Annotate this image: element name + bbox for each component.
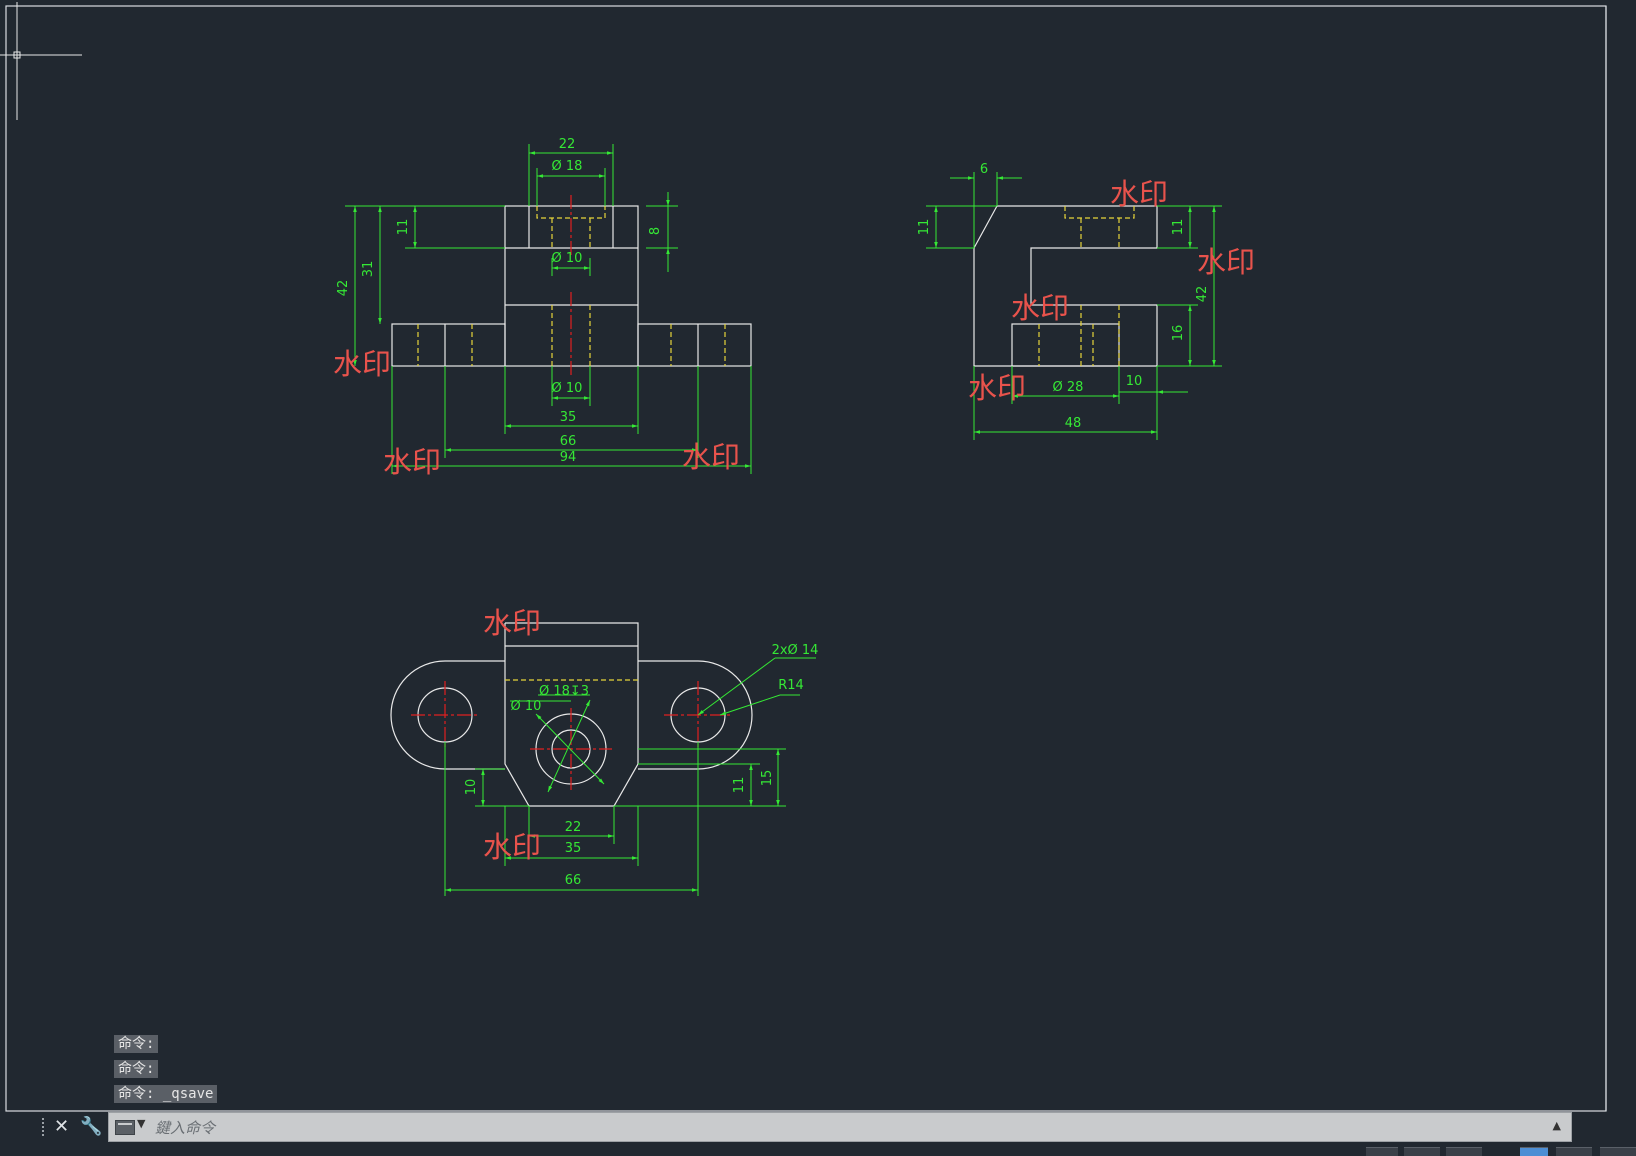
command-field[interactable]: ▼ ▲ [108, 1112, 1572, 1142]
dim-text: 35 [565, 841, 582, 856]
watermark-text: 水印 [483, 606, 541, 640]
dim-text: 15 [760, 770, 775, 787]
command-history-line: 命令: [114, 1060, 159, 1078]
drag-handle-icon[interactable] [42, 1116, 48, 1138]
top-view[interactable]: 2xØ 14 R14 Ø 18↧3 Ø 10 10 11 15 22 35 66 [390, 622, 819, 896]
watermark-text: 水印 [1197, 245, 1255, 279]
side-view-outline [973, 205, 1158, 367]
dim-text: 66 [560, 434, 577, 449]
dim-text: 11 [396, 219, 411, 236]
watermark-text: 水印 [383, 445, 441, 479]
wrench-icon[interactable]: 🔧 [80, 1116, 102, 1138]
watermark-text: 水印 [1110, 177, 1168, 211]
dim-text: Ø 18 [552, 159, 583, 174]
dim-text: 42 [336, 280, 351, 297]
dim-text: 22 [565, 820, 582, 835]
dim-text: 22 [559, 137, 576, 152]
status-bar [1360, 1146, 1636, 1156]
dim-text: 11 [1171, 219, 1186, 236]
command-history: 命令: 命令: 命令: _qsave [114, 1035, 218, 1110]
dim-text: 11 [732, 777, 747, 794]
dim-text: 8 [648, 227, 663, 235]
dim-text: Ø 10 [552, 251, 583, 266]
command-history-line: 命令: [114, 1035, 159, 1053]
dim-text: 2xØ 14 [772, 643, 819, 658]
side-view[interactable]: 6 11 11 42 16 Ø 28 10 48 [917, 162, 1222, 440]
watermark-text: 水印 [968, 371, 1026, 405]
terminal-icon[interactable] [115, 1120, 135, 1135]
watermark-text: 水印 [682, 440, 740, 474]
dim-text: 10 [1126, 374, 1143, 389]
watermark-text: 水印 [1011, 291, 1069, 325]
dim-text: 10 [464, 779, 479, 796]
dim-text: 31 [361, 261, 376, 278]
dim-text: 94 [560, 450, 577, 465]
front-view-dimension-texts: 22 Ø 18 8 11 31 42 Ø 10 Ø 10 35 66 94 [336, 137, 663, 465]
drawing-canvas[interactable]: 22 Ø 18 8 11 31 42 Ø 10 Ø 10 35 66 94 6 … [0, 0, 1636, 1155]
dim-text: 11 [917, 219, 932, 236]
command-history-line: 命令: _qsave [114, 1085, 218, 1103]
dim-text: 16 [1171, 325, 1186, 342]
watermarks: 水印 水印 水印 水印 水印 水印 水印 水印 水印 [333, 177, 1255, 864]
sheet-frame [5, 5, 1607, 1112]
crosshair-cursor [0, 2, 82, 120]
front-view-dimensions [345, 144, 752, 474]
dim-text: Ø 10 [511, 699, 542, 714]
close-icon[interactable]: ✕ [54, 1116, 69, 1138]
dim-text: 6 [980, 162, 988, 177]
dim-text: 66 [565, 873, 582, 888]
command-input[interactable] [153, 1115, 1537, 1141]
dim-text: 48 [1065, 416, 1082, 431]
dim-text: 35 [560, 410, 577, 425]
chevron-up-icon[interactable]: ▲ [1553, 1119, 1561, 1132]
dim-text: Ø 28 [1053, 380, 1084, 395]
chevron-down-icon[interactable]: ▼ [137, 1117, 145, 1130]
command-line-bar: ✕ 🔧 ▼ ▲ [38, 1112, 1572, 1142]
front-view[interactable]: 22 Ø 18 8 11 31 42 Ø 10 Ø 10 35 66 94 [336, 137, 752, 474]
dim-text: 42 [1195, 286, 1210, 303]
side-view-hidden-lines [1038, 206, 1135, 366]
dim-text: R14 [778, 678, 804, 693]
dim-text: Ø 18↧3 [539, 684, 589, 699]
watermark-text: 水印 [333, 347, 391, 381]
watermark-text: 水印 [483, 830, 541, 864]
dim-text: Ø 10 [552, 381, 583, 396]
